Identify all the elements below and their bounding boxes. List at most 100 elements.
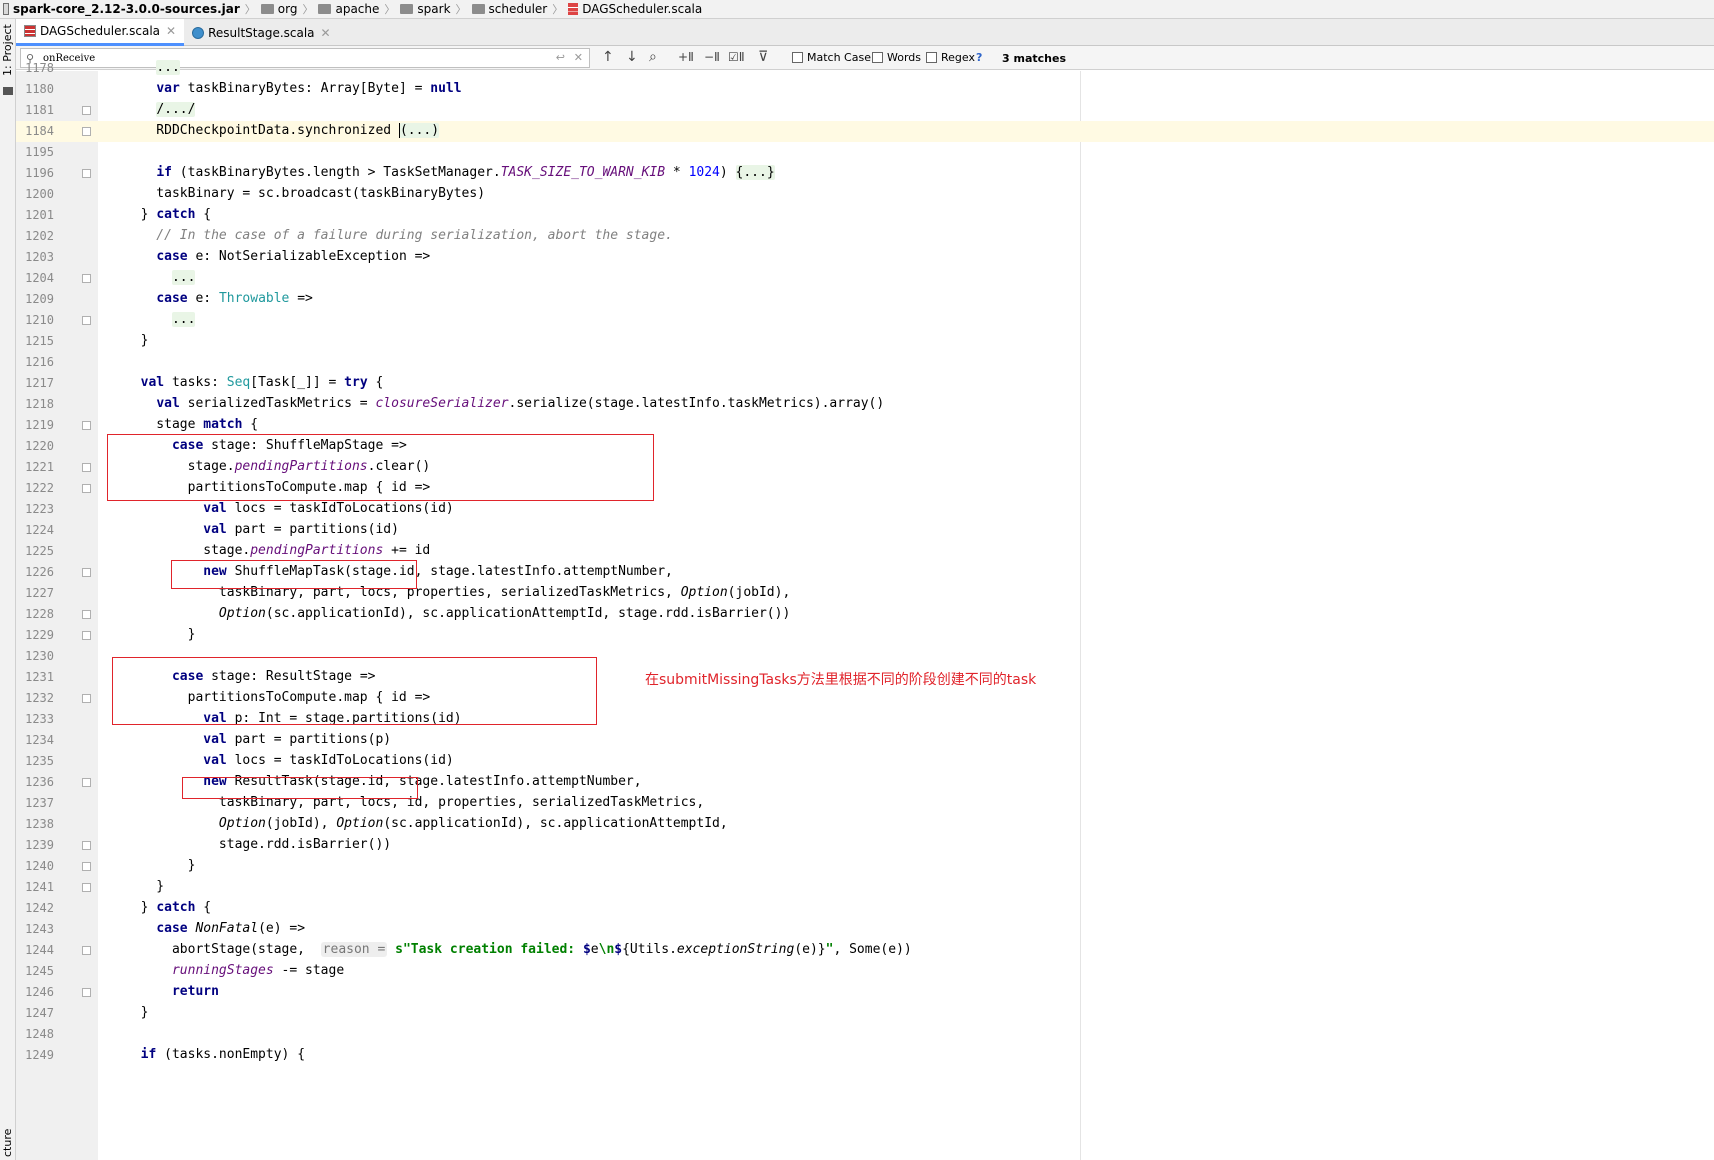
fold-toggle-icon[interactable]	[82, 106, 91, 115]
line-number: 1228	[25, 607, 54, 621]
breadcrumb-separator-icon: 〉	[244, 3, 256, 16]
fold-toggle-icon[interactable]	[82, 862, 91, 871]
line-number: 1195	[25, 145, 54, 159]
code-line-current[interactable]: 1184 RDDCheckpointData.synchronized (...…	[16, 121, 1714, 142]
code-line[interactable]: 1229 }	[16, 625, 1714, 646]
code-text: ...	[171, 312, 196, 327]
breadcrumb-separator-icon: 〉	[455, 3, 467, 16]
fold-toggle-icon[interactable]	[82, 421, 91, 430]
code-line[interactable]: 1240 }	[16, 856, 1714, 877]
code-line[interactable]: 1217 val tasks: Seq[Task[_]] = try {	[16, 373, 1714, 394]
line-number: 1217	[25, 376, 54, 390]
line-number: 1215	[25, 334, 54, 348]
code-text: ...	[156, 60, 180, 75]
code-line[interactable]: 1200 taskBinary = sc.broadcast(taskBinar…	[16, 184, 1714, 205]
line-number: 1221	[25, 460, 54, 474]
code-line[interactable]: 1234 val part = partitions(p)	[16, 730, 1714, 751]
code-line[interactable]: 1178 ...	[16, 58, 1714, 79]
fold-toggle-icon[interactable]	[82, 484, 91, 493]
code-line[interactable]: 1225 stage.pendingPartitions += id	[16, 541, 1714, 562]
code-line[interactable]: 1241 }	[16, 877, 1714, 898]
line-number: 1224	[25, 523, 54, 537]
line-number: 1243	[25, 922, 54, 936]
breadcrumb-org[interactable]: org	[258, 2, 301, 16]
fold-toggle-icon[interactable]	[82, 883, 91, 892]
fold-toggle-icon[interactable]	[82, 274, 91, 283]
breadcrumb-apache[interactable]: apache	[315, 2, 382, 16]
code-text: if (tasks.nonEmpty) {	[140, 1047, 306, 1062]
code-line[interactable]: 1204 ...	[16, 268, 1714, 289]
code-line[interactable]: 1223 val locs = taskIdToLocations(id)	[16, 499, 1714, 520]
fold-toggle-icon[interactable]	[82, 631, 91, 640]
breadcrumb-spark[interactable]: spark	[397, 2, 453, 16]
scala-file-icon	[24, 25, 36, 37]
fold-toggle-icon[interactable]	[82, 610, 91, 619]
jar-icon	[3, 3, 9, 15]
annotation-box-resulttask	[182, 777, 418, 799]
code-text: if (taskBinaryBytes.length > TaskSetMana…	[156, 165, 775, 180]
code-line[interactable]: 1228 Option(sc.applicationId), sc.applic…	[16, 604, 1714, 625]
line-number: 1204	[25, 271, 54, 285]
code-line[interactable]: 1181 /.../	[16, 100, 1714, 121]
code-line[interactable]: 1202 // In the case of a failure during …	[16, 226, 1714, 247]
code-line[interactable]: 1210 ...	[16, 310, 1714, 331]
line-number: 1196	[25, 166, 54, 180]
line-number: 1248	[25, 1027, 54, 1041]
code-line[interactable]: 1246 return	[16, 982, 1714, 1003]
tab-resultstage[interactable]: ResultStage.scala ✕	[184, 19, 339, 46]
code-line[interactable]: 1243 case NonFatal(e) =>	[16, 919, 1714, 940]
tab-dagscheduler[interactable]: DAGScheduler.scala ✕	[16, 19, 185, 46]
editor-tabs: DAGScheduler.scala ✕ ResultStage.scala ✕	[16, 19, 1714, 46]
code-line[interactable]: 1195	[16, 142, 1714, 163]
breadcrumb-separator-icon: 〉	[384, 3, 396, 16]
code-line[interactable]: 1224 val part = partitions(id)	[16, 520, 1714, 541]
code-text: } catch {	[125, 207, 212, 222]
breadcrumb-jar[interactable]: spark-core_2.12-3.0.0-sources.jar	[0, 2, 243, 16]
code-line[interactable]: 1219 stage match {	[16, 415, 1714, 436]
code-text: }	[125, 333, 149, 348]
fold-toggle-icon[interactable]	[82, 841, 91, 850]
fold-toggle-icon[interactable]	[82, 946, 91, 955]
structure-tool-button[interactable]: cture	[1, 1129, 14, 1157]
line-number: 1227	[25, 586, 54, 600]
code-line[interactable]: 1235 val locs = taskIdToLocations(id)	[16, 751, 1714, 772]
fold-toggle-icon[interactable]	[82, 127, 91, 136]
line-number: 1241	[25, 880, 54, 894]
code-line[interactable]: 1203 case e: NotSerializableException =>	[16, 247, 1714, 268]
breadcrumb-file[interactable]: DAGScheduler.scala	[565, 2, 705, 16]
code-line[interactable]: 1249 if (tasks.nonEmpty) {	[16, 1045, 1714, 1066]
fold-toggle-icon[interactable]	[82, 169, 91, 178]
code-line[interactable]: 1245 runningStages -= stage	[16, 961, 1714, 982]
code-line[interactable]: 1216	[16, 352, 1714, 373]
breadcrumb-separator-icon: 〉	[552, 3, 564, 16]
code-line[interactable]: 1180 var taskBinaryBytes: Array[Byte] = …	[16, 79, 1714, 100]
code-line[interactable]: 1244 abortStage(stage, reason = s"Task c…	[16, 940, 1714, 961]
code-line[interactable]: 1239 stage.rdd.isBarrier())	[16, 835, 1714, 856]
code-line[interactable]: 1238 Option(jobId), Option(sc.applicatio…	[16, 814, 1714, 835]
fold-toggle-icon[interactable]	[82, 568, 91, 577]
fold-toggle-icon[interactable]	[82, 463, 91, 472]
code-line[interactable]: 1209 case e: Throwable =>	[16, 289, 1714, 310]
code-line[interactable]: 1247 }	[16, 1003, 1714, 1024]
left-tool-strip: 1: Project cture	[0, 19, 16, 1160]
code-line[interactable]: 1196 if (taskBinaryBytes.length > TaskSe…	[16, 163, 1714, 184]
code-text: case e: Throwable =>	[156, 291, 313, 306]
line-number: 1216	[25, 355, 54, 369]
line-number: 1203	[25, 250, 54, 264]
fold-toggle-icon[interactable]	[82, 988, 91, 997]
close-icon[interactable]: ✕	[321, 26, 331, 40]
close-icon[interactable]: ✕	[166, 24, 176, 38]
line-number: 1232	[25, 691, 54, 705]
fold-toggle-icon[interactable]	[82, 694, 91, 703]
line-number: 1222	[25, 481, 54, 495]
breadcrumb-scheduler[interactable]: scheduler	[469, 2, 551, 16]
fold-toggle-icon[interactable]	[82, 778, 91, 787]
code-line[interactable]: 1242 } catch {	[16, 898, 1714, 919]
code-line[interactable]: 1215 }	[16, 331, 1714, 352]
project-tool-button[interactable]: 1: Project	[1, 24, 14, 76]
code-line[interactable]: 1201 } catch {	[16, 205, 1714, 226]
code-text: // In the case of a failure during seria…	[125, 228, 673, 243]
code-line[interactable]: 1248	[16, 1024, 1714, 1045]
code-line[interactable]: 1218 val serializedTaskMetrics = closure…	[16, 394, 1714, 415]
fold-toggle-icon[interactable]	[82, 316, 91, 325]
